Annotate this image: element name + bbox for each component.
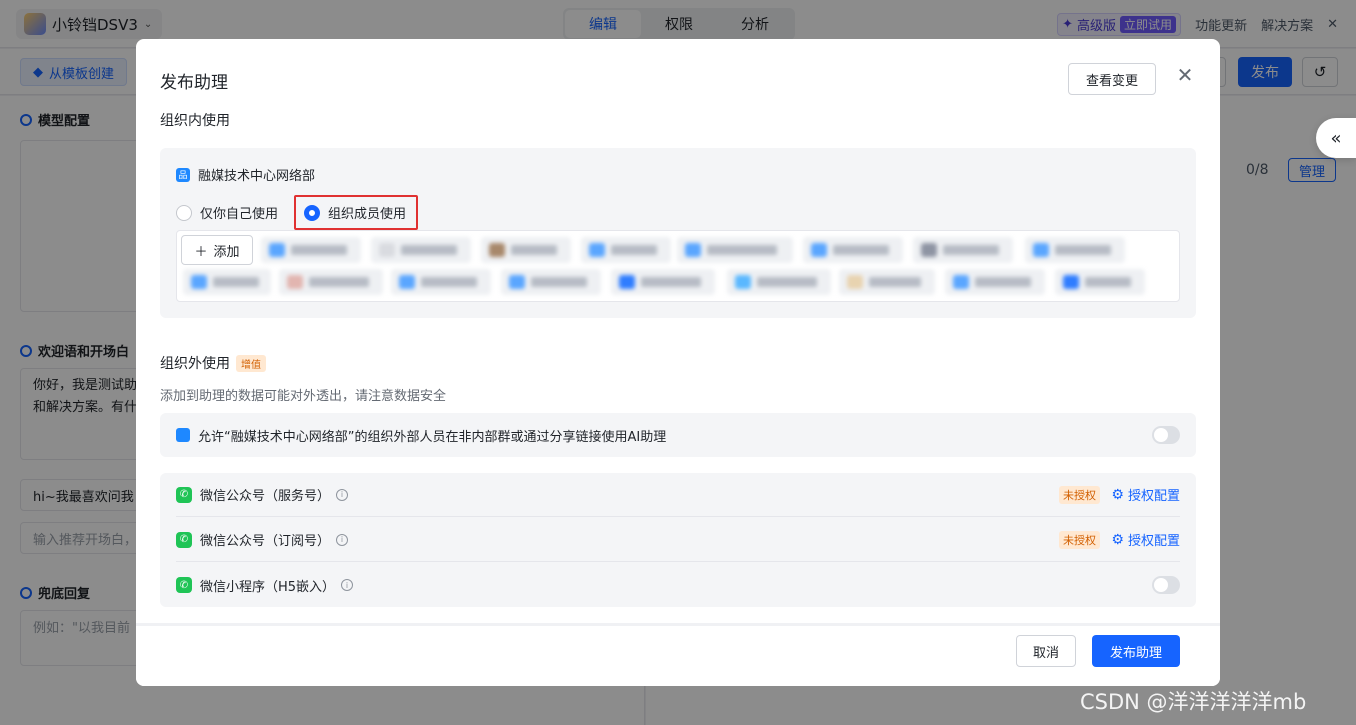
publish-modal: 发布助理 查看变更 ✕ 组织内使用 品 融媒技术中心网络部 仅你自己使用 组织成…: [136, 39, 1220, 686]
double-chevron-left-icon[interactable]: «: [1316, 118, 1356, 158]
member-chip[interactable]: [611, 269, 715, 295]
plus-icon: ＋: [194, 244, 208, 260]
channel-list: ✆ 微信公众号（服务号） i 未授权 ⚙ 授权配置 ✆ 微信公众号（订阅号） i…: [160, 473, 1196, 607]
allow-external-toggle[interactable]: [1152, 426, 1180, 444]
wechat-icon: ✆: [176, 577, 192, 593]
modal-title: 发布助理: [160, 73, 228, 93]
member-chip[interactable]: [481, 237, 571, 263]
org-card: 品 融媒技术中心网络部 仅你自己使用 组织成员使用 ＋ 添加: [160, 148, 1196, 318]
org-name-row: 品 融媒技术中心网络部: [176, 165, 315, 184]
mini-program-toggle[interactable]: [1152, 576, 1180, 594]
add-label: 添加: [213, 244, 240, 260]
channel-row: ✆ 微信公众号（服务号） i 未授权 ⚙ 授权配置: [176, 473, 1180, 517]
member-chip[interactable]: [913, 237, 1013, 263]
radio-org-members[interactable]: 组织成员使用: [294, 195, 419, 230]
radio-circle: [176, 204, 192, 221]
wechat-icon: ✆: [176, 486, 192, 503]
member-chip[interactable]: [371, 237, 471, 263]
member-chip[interactable]: [945, 269, 1045, 295]
member-chip[interactable]: [501, 269, 601, 295]
unauthorized-badge: 未授权: [1059, 530, 1100, 549]
unauthorized-badge: 未授权: [1059, 485, 1100, 504]
lark-icon: [176, 428, 190, 442]
allow-external-text: 允许“融媒技术中心网络部”的组织外部人员在非内部群或通过分享链接使用AI助理: [198, 429, 667, 445]
gear-icon: ⚙: [1111, 531, 1124, 548]
wechat-icon: ✆: [176, 531, 192, 548]
member-chip[interactable]: [727, 269, 831, 295]
data-security-note: 添加到助理的数据可能对外透出，请注意数据安全: [160, 389, 447, 404]
radio-members-label: 组织成员使用: [328, 207, 407, 222]
info-icon[interactable]: i: [336, 488, 349, 501]
close-icon[interactable]: ✕: [1176, 63, 1194, 87]
visibility-radio-group: 仅你自己使用 组织成员使用: [176, 195, 419, 230]
channel-row: ✆ 微信小程序（H5嵌入） i: [176, 563, 1180, 607]
auth-config-link[interactable]: ⚙ 授权配置: [1111, 485, 1180, 505]
member-chip[interactable]: [391, 269, 491, 295]
member-chip[interactable]: [803, 237, 903, 263]
view-changes-button[interactable]: 查看变更: [1068, 63, 1156, 95]
member-chip[interactable]: [677, 237, 793, 263]
value-added-tag: 增值: [236, 354, 266, 372]
channel-name: 微信公众号（订阅号）: [200, 534, 331, 549]
add-member-button[interactable]: ＋ 添加: [181, 235, 253, 265]
member-chip[interactable]: [279, 269, 383, 295]
org-chart-icon: 品: [176, 167, 190, 182]
external-use-heading: 组织外使用 增值: [160, 353, 266, 373]
member-chip[interactable]: [1025, 237, 1125, 263]
watermark: CSDN @洋洋洋洋洋mb: [1080, 690, 1307, 714]
radio-self-only[interactable]: 仅你自己使用: [176, 203, 278, 222]
auth-config-label: 授权配置: [1127, 489, 1180, 504]
channel-name: 微信小程序（H5嵌入）: [200, 579, 336, 595]
allow-external-row: 允许“融媒技术中心网络部”的组织外部人员在非内部群或通过分享链接使用AI助理: [160, 413, 1196, 457]
info-icon[interactable]: i: [336, 533, 349, 546]
gear-icon: ⚙: [1111, 486, 1124, 503]
internal-use-heading: 组织内使用: [160, 113, 230, 129]
member-chip[interactable]: [581, 237, 671, 263]
auth-config-link[interactable]: ⚙ 授权配置: [1111, 530, 1180, 550]
cancel-button[interactable]: 取消: [1016, 635, 1076, 667]
publish-assistant-button[interactable]: 发布助理: [1092, 635, 1180, 667]
member-chip[interactable]: [261, 237, 361, 263]
member-chip[interactable]: [839, 269, 935, 295]
modal-footer: 取消 发布助理: [136, 623, 1220, 686]
member-chip[interactable]: [183, 269, 271, 295]
channel-name: 微信公众号（服务号）: [200, 489, 331, 504]
channel-row: ✆ 微信公众号（订阅号） i 未授权 ⚙ 授权配置: [176, 518, 1180, 562]
info-icon[interactable]: i: [341, 579, 354, 591]
auth-config-label: 授权配置: [1127, 534, 1180, 549]
radio-circle-selected: [304, 204, 321, 221]
member-chip[interactable]: [1055, 269, 1145, 295]
radio-self-label: 仅你自己使用: [200, 207, 279, 222]
external-heading-label: 组织外使用: [160, 356, 230, 372]
org-name: 融媒技术中心网络部: [198, 169, 316, 184]
member-list: ＋ 添加: [176, 230, 1180, 302]
